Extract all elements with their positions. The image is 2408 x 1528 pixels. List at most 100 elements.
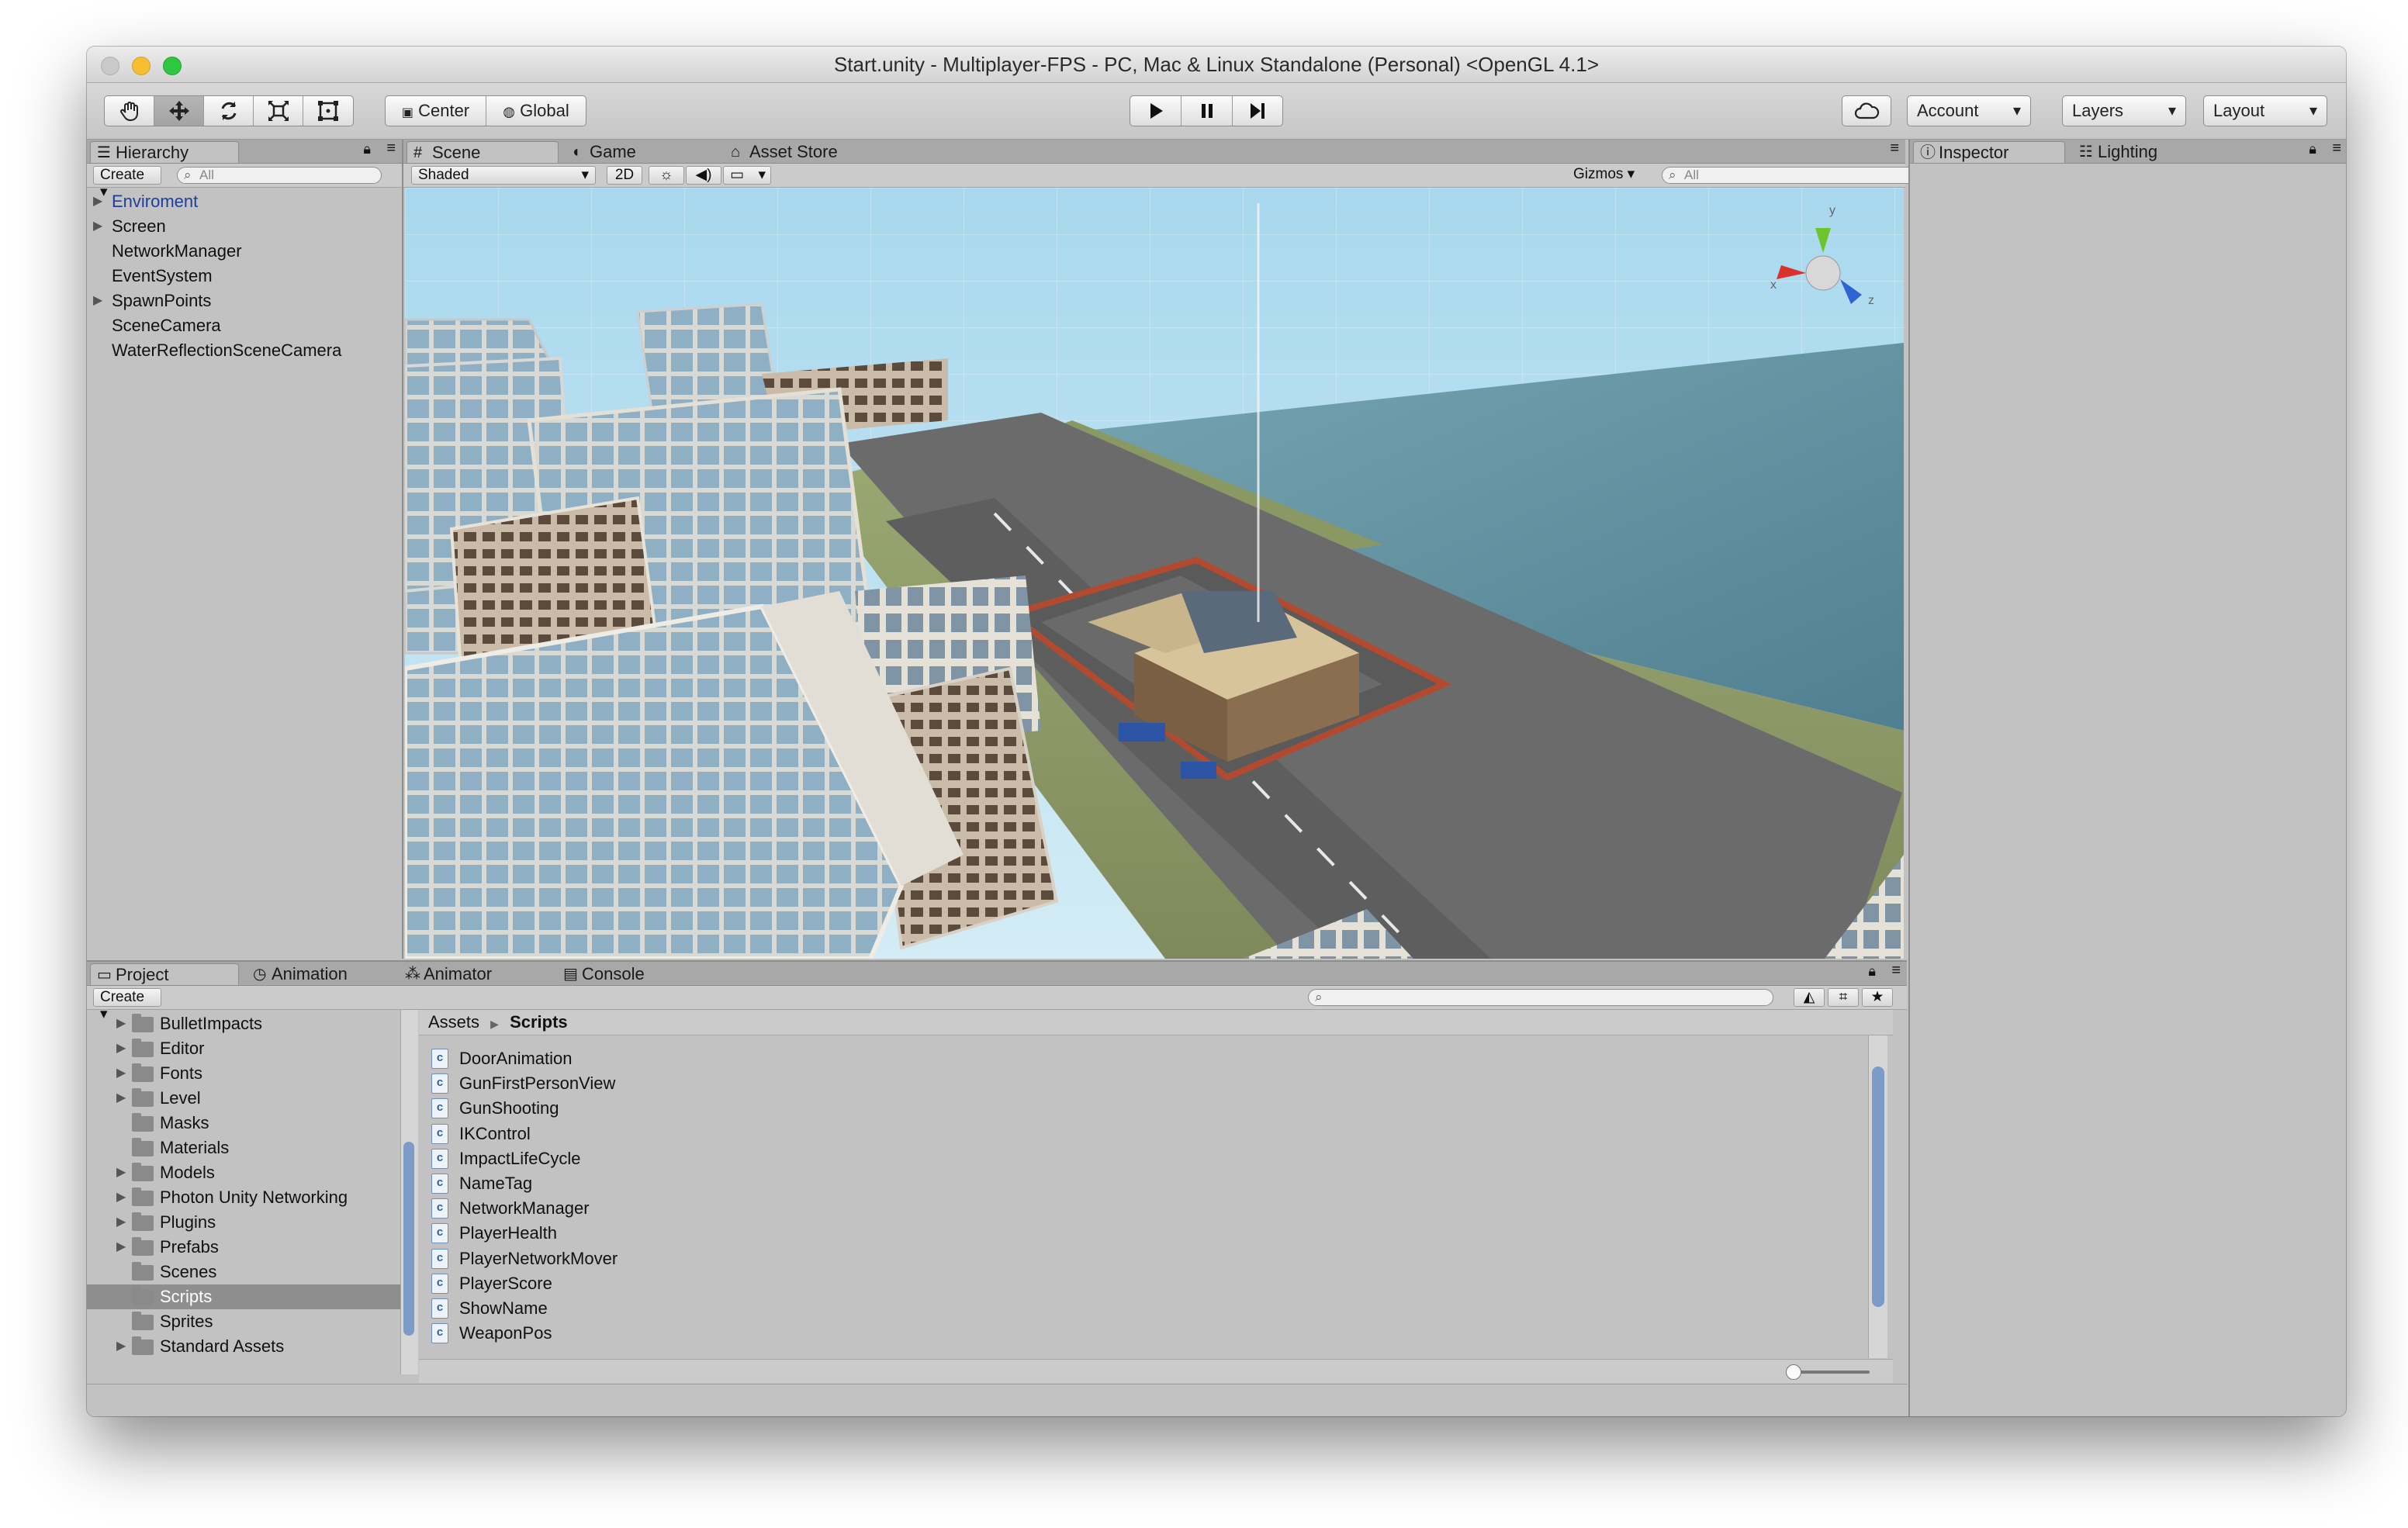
play-button[interactable] xyxy=(1130,96,1182,126)
account-dropdown[interactable]: Account xyxy=(1907,95,2031,126)
rotate-tool-button[interactable] xyxy=(204,96,254,126)
scrollbar-thumb[interactable] xyxy=(1872,1066,1884,1307)
hierarchy-search-input[interactable]: ⌕ All xyxy=(177,167,382,184)
folder-tree-scrollbar[interactable] xyxy=(400,1010,418,1374)
folder-item[interactable]: ▶ Standard Assets xyxy=(87,1334,400,1359)
panel-menu-icon[interactable]: ≡ xyxy=(1891,962,1901,980)
pivot-mode-button[interactable]: ▣ Center xyxy=(386,96,486,126)
script-asset-item[interactable]: c DoorAnimation xyxy=(419,1046,1854,1071)
script-asset-item[interactable]: c GunShooting xyxy=(419,1096,1854,1121)
close-window-button[interactable] xyxy=(101,57,119,75)
expand-triangle-icon[interactable]: ▶ xyxy=(116,1235,126,1260)
folder-item[interactable]: Scripts xyxy=(87,1284,400,1309)
hierarchy-item[interactable]: EventSystem xyxy=(87,264,400,289)
script-asset-item[interactable]: c ShowName xyxy=(419,1296,1854,1321)
folder-item[interactable]: Sprites xyxy=(87,1309,400,1334)
expand-triangle-icon[interactable]: ▶ xyxy=(93,189,102,214)
tab-asset-store[interactable]: ⌂ Asset Store xyxy=(725,141,887,163)
folder-item[interactable]: ▶ Models xyxy=(87,1160,400,1185)
layout-dropdown[interactable]: Layout xyxy=(2203,95,2327,126)
folder-item[interactable]: ▶ Photon Unity Networking xyxy=(87,1185,400,1210)
shading-mode-dropdown[interactable]: Shaded ▾ xyxy=(411,166,596,185)
icon-size-slider-handle[interactable] xyxy=(1786,1364,1801,1380)
panel-menu-icon[interactable]: ≡ xyxy=(2332,140,2341,157)
expand-triangle-icon[interactable]: ▶ xyxy=(93,214,102,239)
expand-triangle-icon[interactable]: ▶ xyxy=(116,1334,126,1359)
expand-triangle-icon[interactable]: ▶ xyxy=(116,1185,126,1210)
hand-tool-button[interactable] xyxy=(105,96,154,126)
folder-item[interactable]: ▶ Editor xyxy=(87,1036,400,1061)
layers-dropdown[interactable]: Layers xyxy=(2062,95,2186,126)
step-button[interactable] xyxy=(1233,96,1282,126)
lock-icon[interactable]: 🔒︎ xyxy=(1868,963,1876,980)
script-asset-item[interactable]: c NetworkManager xyxy=(419,1196,1854,1221)
maximize-window-button[interactable] xyxy=(163,57,182,75)
scrollbar-thumb[interactable] xyxy=(403,1142,414,1336)
expand-triangle-icon[interactable]: ▶ xyxy=(93,289,102,313)
hierarchy-item[interactable]: ▶ SpawnPoints xyxy=(87,289,400,313)
project-create-button[interactable]: Create ▾ xyxy=(93,988,161,1022)
hierarchy-item[interactable]: SceneCamera xyxy=(87,313,400,338)
folder-item[interactable]: ▶ Prefabs xyxy=(87,1235,400,1260)
scale-tool-button[interactable] xyxy=(254,96,303,126)
hierarchy-item[interactable]: ▶ Screen xyxy=(87,214,400,239)
filter-by-label-button[interactable]: ⌗ xyxy=(1828,988,1859,1007)
tab-console[interactable]: ▤ Console xyxy=(557,963,706,985)
expand-triangle-icon[interactable]: ▶ xyxy=(116,1086,126,1111)
pivot-rotation-button[interactable]: ◍ Global xyxy=(486,96,586,126)
hierarchy-item[interactable]: WaterReflectionSceneCamera xyxy=(87,338,400,363)
toggle-audio-button[interactable]: ◀︎) xyxy=(686,166,721,185)
minimize-window-button[interactable] xyxy=(132,57,150,75)
gizmos-dropdown[interactable]: Gizmos ▾ xyxy=(1567,166,1643,185)
expand-triangle-icon[interactable]: ▶ xyxy=(116,1210,126,1235)
filter-by-type-button[interactable]: ◭ xyxy=(1794,988,1825,1007)
tab-animation[interactable]: ◷ Animation xyxy=(247,963,396,985)
cloud-services-button[interactable] xyxy=(1842,95,1891,126)
script-asset-item[interactable]: c IKControl xyxy=(419,1122,1854,1146)
folder-item[interactable]: ▶ Level xyxy=(87,1086,400,1111)
tab-animator[interactable]: ⁂ Animator xyxy=(399,963,548,985)
script-asset-item[interactable]: c PlayerHealth xyxy=(419,1221,1854,1246)
folder-item[interactable]: Materials xyxy=(87,1136,400,1160)
folder-item[interactable]: Masks xyxy=(87,1111,400,1136)
tab-project[interactable]: ▭ Project xyxy=(90,963,239,985)
folder-item[interactable]: ▶ Plugins xyxy=(87,1210,400,1235)
scene-viewport[interactable]: x y z xyxy=(405,188,1904,959)
expand-triangle-icon[interactable]: ▶ xyxy=(116,1061,126,1086)
hierarchy-item[interactable]: ▶ Enviroment xyxy=(87,189,400,214)
panel-menu-icon[interactable]: ≡ xyxy=(386,140,396,157)
script-asset-item[interactable]: c GunFirstPersonView xyxy=(419,1071,1854,1096)
script-asset-item[interactable]: c WeaponPos xyxy=(419,1321,1854,1346)
tab-game[interactable]: ◖ Game xyxy=(565,141,712,163)
favorites-button[interactable]: ★ xyxy=(1862,988,1893,1007)
script-asset-item[interactable]: c PlayerNetworkMover xyxy=(419,1246,1854,1271)
tab-inspector[interactable]: ⓘ Inspector xyxy=(1913,141,2065,163)
expand-triangle-icon[interactable]: ▶ xyxy=(116,1160,126,1185)
panel-menu-icon[interactable]: ≡ xyxy=(1890,140,1899,157)
toggle-lighting-button[interactable]: ☼ xyxy=(649,166,684,185)
file-list-scrollbar[interactable] xyxy=(1868,1035,1887,1358)
move-tool-button[interactable] xyxy=(154,96,204,126)
hierarchy-item[interactable]: NetworkManager xyxy=(87,239,400,264)
expand-triangle-icon[interactable]: ▶ xyxy=(116,1036,126,1061)
lock-icon[interactable]: 🔒︎ xyxy=(363,141,371,157)
lock-icon[interactable]: 🔒︎ xyxy=(2309,141,2316,157)
folder-item[interactable]: ▶ Fonts xyxy=(87,1061,400,1086)
pause-button[interactable] xyxy=(1182,96,1233,126)
tab-hierarchy[interactable]: ☰ Hierarchy xyxy=(90,141,239,163)
script-asset-item[interactable]: c NameTag xyxy=(419,1171,1854,1196)
folder-item[interactable]: ▶ BulletImpacts xyxy=(87,1011,400,1036)
rect-tool-button[interactable] xyxy=(303,96,353,126)
project-search-input[interactable]: ⌕ xyxy=(1308,989,1773,1006)
toggle-2d-button[interactable]: 2D xyxy=(607,166,642,185)
hierarchy-create-button[interactable]: Create ▾ xyxy=(93,166,161,200)
breadcrumb-scripts[interactable]: Scripts xyxy=(510,1012,568,1032)
script-asset-item[interactable]: c PlayerScore xyxy=(419,1271,1854,1296)
effects-dropdown[interactable]: ▭ ▾ xyxy=(723,166,771,185)
expand-triangle-icon[interactable]: ▶ xyxy=(116,1011,126,1036)
script-asset-item[interactable]: c ImpactLifeCycle xyxy=(419,1146,1854,1171)
icon-size-slider[interactable] xyxy=(1792,1371,1870,1374)
tab-scene[interactable]: # Scene xyxy=(407,141,559,163)
breadcrumb-assets[interactable]: Assets xyxy=(428,1012,479,1032)
folder-item[interactable]: Scenes xyxy=(87,1260,400,1284)
